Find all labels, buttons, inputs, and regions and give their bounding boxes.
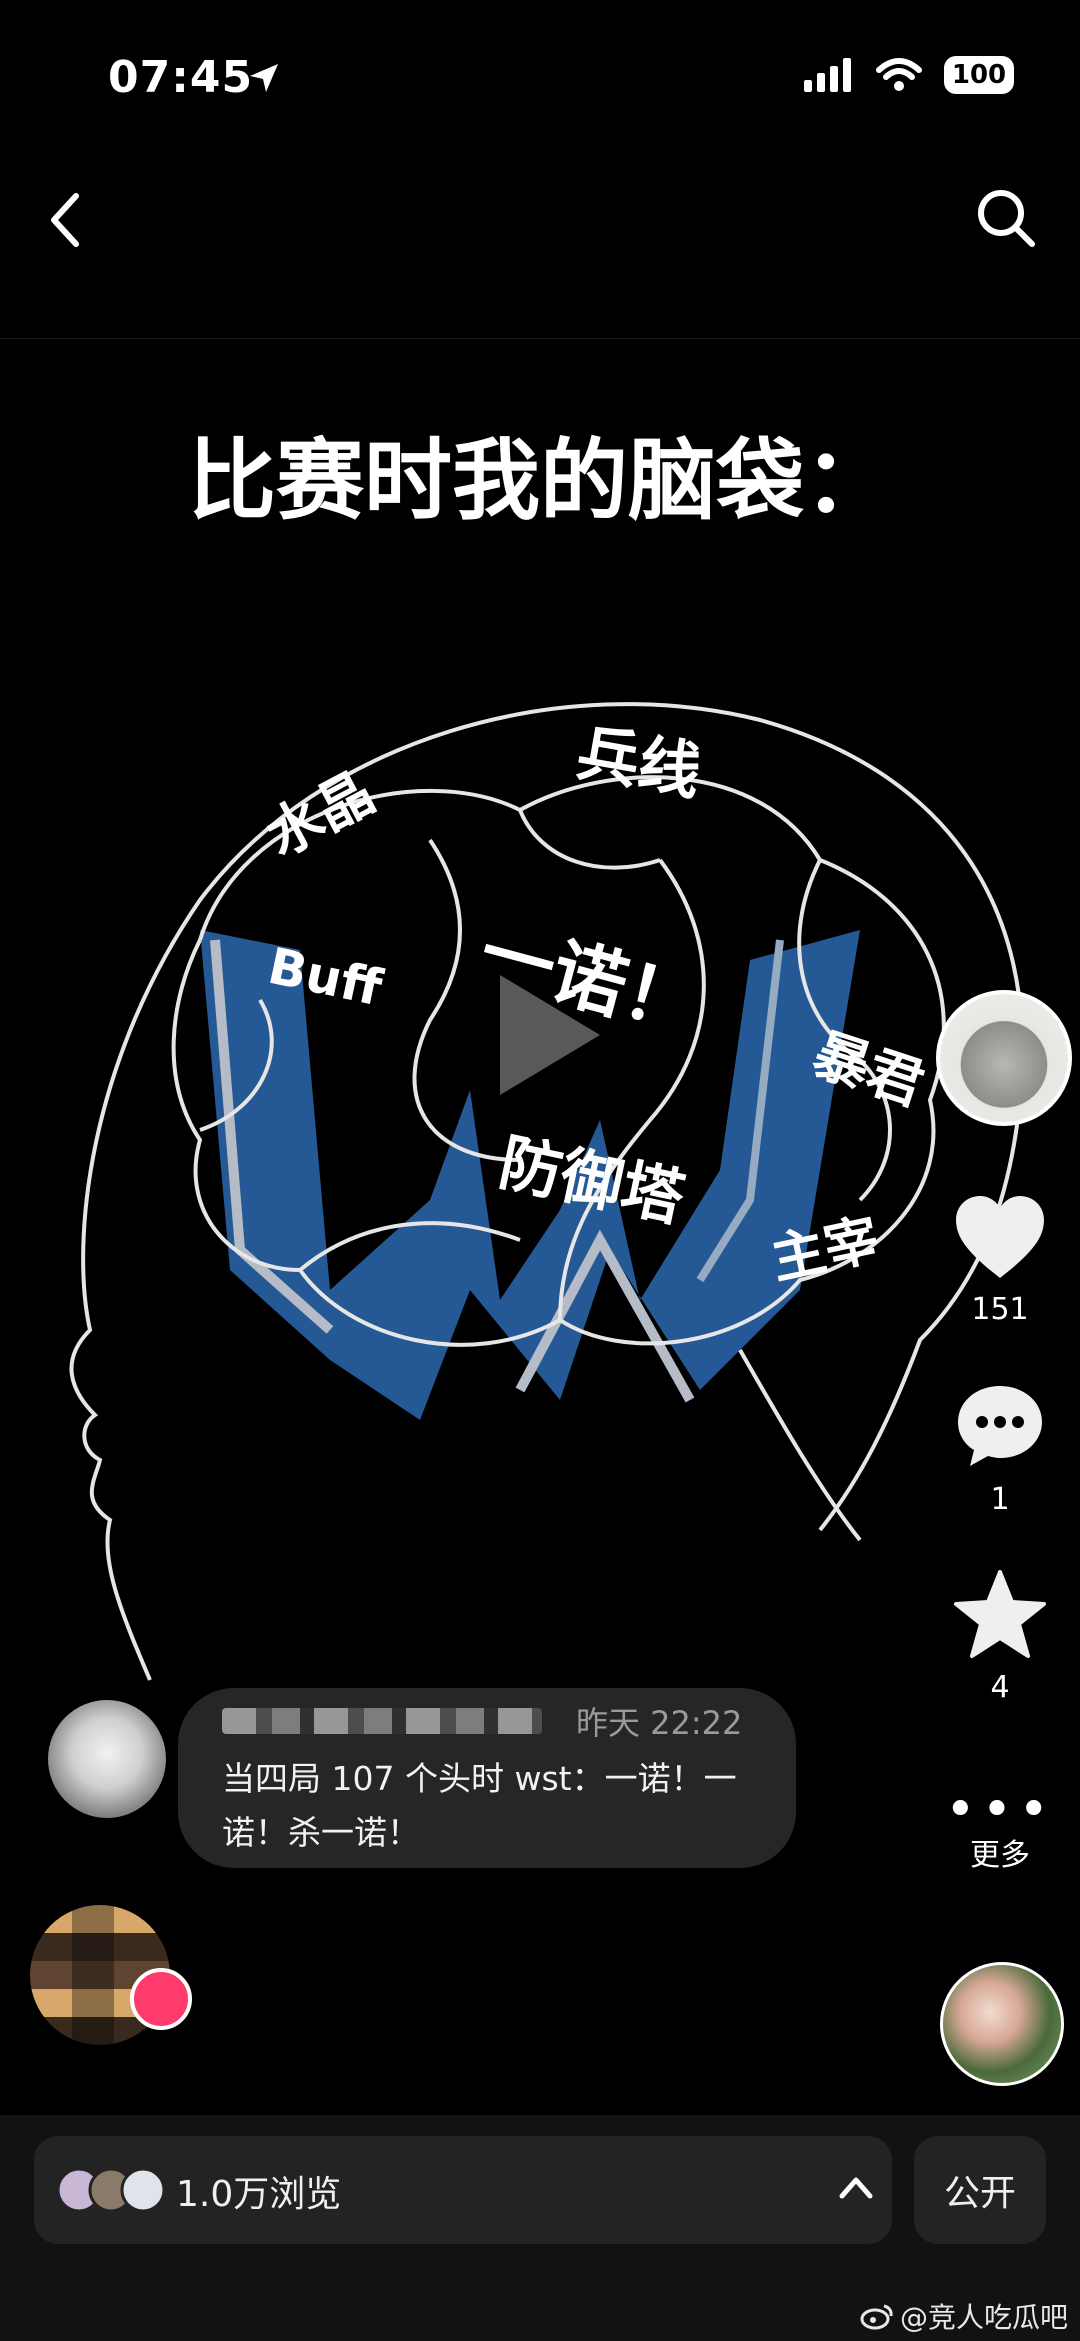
wifi-icon [876, 58, 922, 91]
more-dots-icon: ••• [944, 1780, 1055, 1840]
comment-time: 昨天 22:22 [576, 1704, 743, 1742]
favorite-count: 4 [990, 1670, 1010, 1705]
author-avatar[interactable] [936, 990, 1072, 1126]
chevron-up-icon[interactable] [836, 2172, 876, 2202]
play-icon[interactable] [460, 955, 620, 1115]
search-icon[interactable] [974, 186, 1038, 250]
star-icon [954, 1570, 1046, 1658]
more-button[interactable]: ••• 更多 [940, 1780, 1060, 1874]
public-button[interactable]: 公开 [914, 2136, 1046, 2244]
weibo-icon [860, 2304, 893, 2330]
viewer-avatars [56, 2167, 166, 2213]
views-count: 1.0万浏览 [176, 2174, 342, 2215]
back-button[interactable] [42, 190, 92, 250]
comment-text: 当四局 107 个头时 wst：一诺！一诺！杀一诺！ [222, 1759, 737, 1852]
commenter-avatar[interactable] [48, 1700, 166, 1818]
commenter-name-blurred [222, 1708, 542, 1734]
watermark-text: @竞人吃瓜吧 [900, 2301, 1069, 2334]
battery-icon: 100 [944, 56, 1014, 94]
music-avatar[interactable] [940, 1962, 1064, 2086]
heart-icon [956, 1196, 1044, 1278]
watermark: @竞人吃瓜吧 [860, 2296, 1068, 2336]
header-divider [0, 338, 1080, 339]
comment-icon [958, 1386, 1042, 1466]
comment-count: 1 [990, 1482, 1010, 1517]
like-count: 151 [971, 1292, 1029, 1327]
poster-title: 比赛时我的脑袋： [187, 429, 892, 532]
like-button[interactable]: 151 [940, 1192, 1060, 1327]
cellular-signal-icon [804, 58, 851, 92]
status-time: 07:45 [108, 52, 254, 103]
comment-button[interactable]: 1 [940, 1380, 1060, 1517]
heart-badge-icon [130, 1968, 192, 2030]
favorite-button[interactable]: 4 [940, 1568, 1060, 1705]
status-icons: 100 [782, 56, 1014, 94]
location-icon [250, 64, 278, 92]
